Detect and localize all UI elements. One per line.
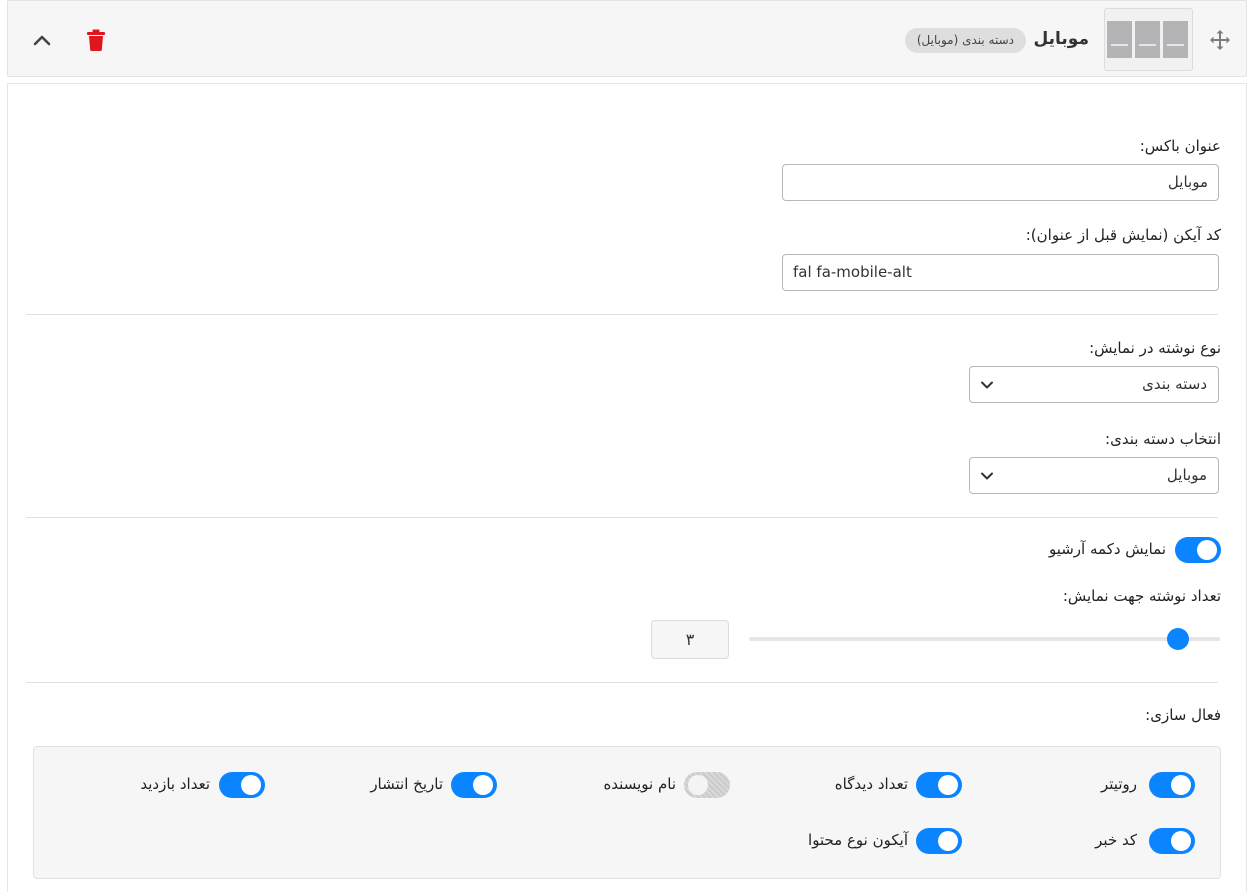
divider (26, 682, 1218, 683)
widget-type-badge: دسته بندی (موبایل) (904, 28, 1026, 53)
post-type-select[interactable]: دسته بندی (969, 366, 1219, 403)
box-title-label: عنوان باکس: (1139, 137, 1221, 155)
archive-button-toggle[interactable] (1175, 537, 1221, 563)
option-toggle-news-code[interactable] (1149, 828, 1195, 854)
chevron-down-icon (981, 472, 993, 480)
option-toggle-rotitr[interactable] (1149, 772, 1195, 798)
post-count-label: تعداد نوشته جهت نمایش: (1062, 587, 1221, 605)
icon-code-label: کد آیکن (نمایش قبل از عنوان): (1025, 226, 1221, 244)
category-label: انتخاب دسته بندی: (1105, 430, 1221, 448)
chevron-up-icon[interactable] (31, 29, 53, 51)
activation-label: فعال سازی: (1145, 706, 1221, 724)
post-count-slider-track[interactable] (749, 637, 1220, 641)
three-column-layout-icon (1104, 8, 1193, 71)
widget-title: موبایل (1033, 29, 1089, 49)
option-label-news-code: کد خبر (1095, 831, 1137, 849)
post-type-label: نوع نوشته در نمایش: (1089, 339, 1221, 357)
archive-button-label: نمایش دکمه آرشیو (1048, 540, 1166, 558)
option-toggle-comment-count[interactable] (916, 772, 962, 798)
post-count-slider-handle[interactable] (1166, 628, 1189, 650)
trash-icon[interactable] (86, 29, 106, 51)
box-title-input[interactable]: موبایل (782, 164, 1219, 201)
icon-code-input[interactable]: fal fa-mobile-alt (782, 254, 1219, 291)
option-toggle-author-name[interactable] (684, 772, 730, 798)
category-select[interactable]: موبایل (969, 457, 1219, 494)
option-toggle-publish-date[interactable] (451, 772, 497, 798)
option-label-content-type-icon: آیکون نوع محتوا (808, 831, 908, 849)
option-label-rotitr: روتیتر (1101, 775, 1137, 793)
option-label-view-count: تعداد بازدید (140, 775, 210, 793)
divider (26, 314, 1218, 315)
move-arrows-icon[interactable] (1208, 28, 1232, 52)
option-toggle-content-type-icon[interactable] (916, 828, 962, 854)
option-label-publish-date: تاریخ انتشار (370, 775, 443, 793)
option-label-author-name: نام نویسنده (603, 775, 676, 793)
post-count-value[interactable]: ۳ (651, 620, 729, 659)
option-label-comment-count: تعداد دیدگاه (834, 775, 908, 793)
post-type-selected: دسته بندی (1142, 375, 1207, 393)
chevron-down-icon (981, 381, 993, 389)
widget-header: موبایل دسته بندی (موبایل) (7, 0, 1247, 77)
activation-options-box (33, 746, 1221, 879)
option-toggle-view-count[interactable] (219, 772, 265, 798)
category-selected: موبایل (1166, 466, 1207, 484)
divider (26, 517, 1218, 518)
